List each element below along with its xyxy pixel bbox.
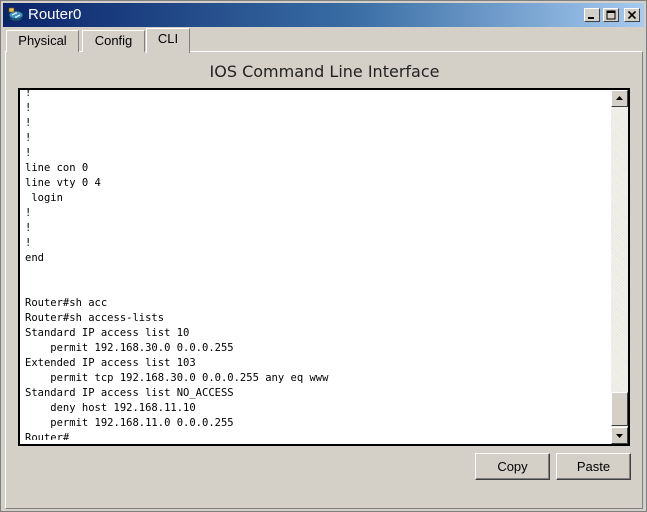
console-line: Standard IP access list NO_ACCESS bbox=[25, 387, 234, 399]
console-line: ! bbox=[25, 222, 32, 234]
scroll-thumb[interactable] bbox=[611, 392, 628, 426]
minimize-icon bbox=[588, 17, 594, 19]
console-line: ! bbox=[25, 207, 32, 219]
console-line: line con 0 bbox=[25, 162, 89, 174]
console-line: Standard IP access list 10 bbox=[25, 327, 190, 339]
console-line: permit 192.168.11.0 0.0.0.255 bbox=[25, 417, 234, 429]
console-line: permit tcp 192.168.30.0 0.0.0.255 any eq… bbox=[25, 372, 329, 384]
console-line: Router#sh access-lists bbox=[25, 312, 165, 324]
scroll-down-button[interactable] bbox=[611, 427, 628, 444]
copy-button[interactable]: Copy bbox=[475, 453, 550, 480]
window-title: Router0 bbox=[28, 6, 82, 23]
console-line: deny host 192.168.11.10 bbox=[25, 402, 196, 414]
cli-console[interactable]: !!!!! line con 0 line vty 0 4 login!!! end R… bbox=[18, 86, 630, 446]
console-line: ! bbox=[25, 117, 32, 129]
tab-config-label: Config bbox=[94, 33, 133, 48]
maximize-button[interactable] bbox=[603, 8, 619, 22]
console-output[interactable]: !!!!! line con 0 line vty 0 4 login!!! end R… bbox=[25, 86, 610, 440]
console-line: permit 192.168.30.0 0.0.0.255 bbox=[25, 342, 234, 354]
console-line: line vty 0 4 bbox=[25, 177, 101, 189]
router-window: Router0 Physical Config CLI IOS Command … bbox=[0, 0, 647, 512]
scroll-up-button[interactable] bbox=[611, 90, 628, 107]
console-line: ! bbox=[25, 102, 32, 114]
tab-config[interactable]: Config bbox=[82, 30, 145, 52]
console-line: Router# bbox=[25, 432, 70, 440]
panel-heading: IOS Command Line Interface bbox=[209, 62, 440, 81]
console-line: ! bbox=[25, 147, 32, 159]
maximize-icon bbox=[606, 10, 616, 20]
console-line: ! bbox=[25, 132, 32, 144]
console-line: ! bbox=[25, 237, 32, 249]
console-scrollbar[interactable] bbox=[611, 90, 628, 444]
minimize-button[interactable] bbox=[584, 8, 600, 22]
close-icon bbox=[627, 10, 637, 20]
console-line: login bbox=[25, 192, 63, 204]
tab-physical-label: Physical bbox=[18, 33, 67, 48]
tab-physical[interactable]: Physical bbox=[6, 30, 79, 52]
console-line: ! bbox=[25, 87, 32, 99]
arrow-down-icon bbox=[616, 434, 623, 438]
console-line: Extended IP access list 103 bbox=[25, 357, 196, 369]
console-line: Router#sh acc bbox=[25, 297, 108, 309]
close-button[interactable] bbox=[624, 8, 640, 22]
tab-cli-label: CLI bbox=[157, 31, 179, 46]
tab-cli[interactable]: CLI bbox=[146, 28, 190, 53]
router-icon bbox=[8, 7, 24, 23]
paste-button[interactable]: Paste bbox=[556, 453, 631, 480]
arrow-up-icon bbox=[616, 96, 623, 100]
console-line: end bbox=[25, 252, 44, 264]
title-bar[interactable]: Router0 bbox=[3, 3, 644, 27]
